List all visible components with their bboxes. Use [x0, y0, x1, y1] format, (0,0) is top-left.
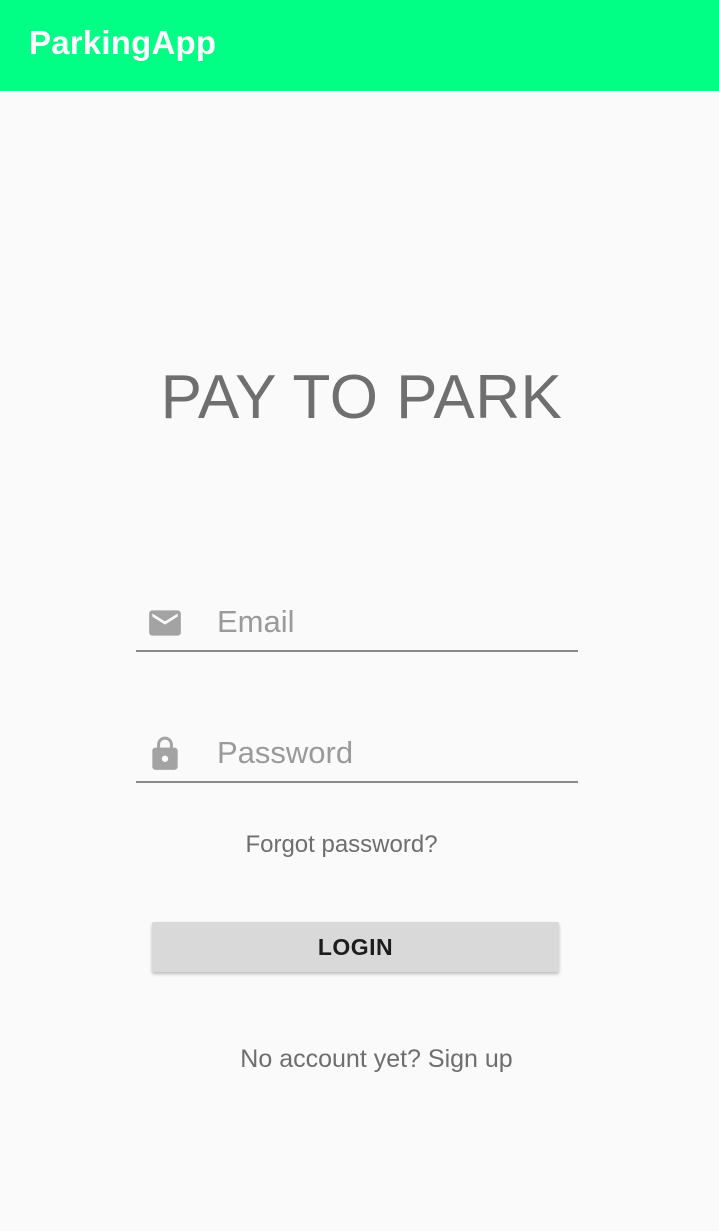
page-title: PAY TO PARK [160, 363, 563, 432]
email-input[interactable] [217, 602, 567, 642]
app-title: ParkingApp [29, 24, 217, 61]
lock-icon [146, 735, 184, 773]
app-bar: ParkingApp [0, 0, 719, 91]
signup-link[interactable]: No account yet? Sign up [0, 1045, 719, 1074]
forgot-password-link[interactable]: Forgot password? [0, 831, 683, 859]
password-input[interactable] [217, 733, 567, 773]
login-button[interactable]: LOGIN [152, 922, 559, 972]
email-field-container [136, 590, 578, 652]
password-field-container [136, 721, 578, 783]
mail-icon [146, 604, 184, 642]
